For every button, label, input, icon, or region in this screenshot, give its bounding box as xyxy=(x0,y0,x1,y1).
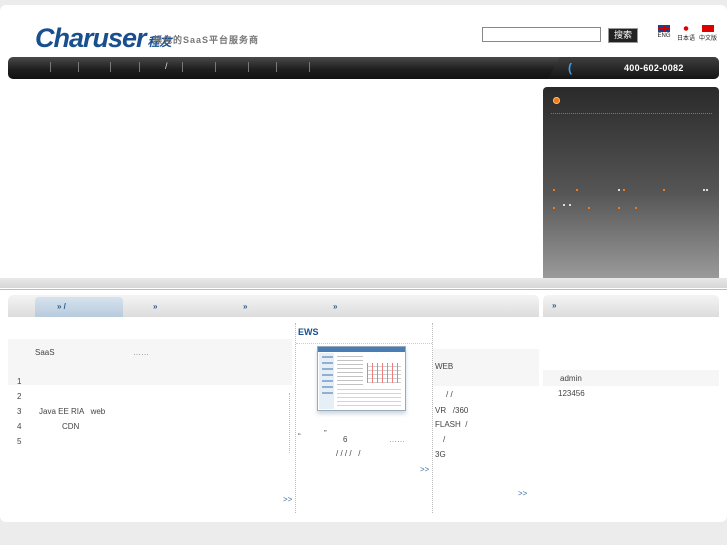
demo-password: 123456 xyxy=(558,389,585,398)
nav-item[interactable] xyxy=(182,62,183,72)
column-divider xyxy=(289,393,290,453)
search-button[interactable]: 搜索 xyxy=(608,28,638,43)
slash-label: / xyxy=(443,435,446,444)
3g-label: 3G xyxy=(435,450,446,459)
news-panel xyxy=(543,87,719,278)
phone-number: 400-602-0082 xyxy=(624,63,684,73)
ews-screenshot-image[interactable] xyxy=(317,346,406,411)
list-item-text: Java EE RIA web xyxy=(39,407,106,416)
news-bullet-icon xyxy=(553,97,560,104)
lang-english-label: ENG xyxy=(657,33,671,39)
japan-flag-icon xyxy=(680,25,692,32)
tab-products[interactable]: » / xyxy=(35,297,123,317)
lang-chinese[interactable]: 中文版 xyxy=(698,25,718,42)
nav-item[interactable] xyxy=(215,62,216,72)
divider-line xyxy=(0,288,727,290)
login-tab[interactable]: » xyxy=(552,301,556,310)
nav-item[interactable] xyxy=(78,62,79,72)
web-label: WEB xyxy=(435,362,454,371)
tab-4[interactable]: » xyxy=(333,297,337,317)
list-item-text: CDN xyxy=(62,422,80,431)
nav-item[interactable] xyxy=(139,62,140,72)
china-flag-icon xyxy=(702,25,714,32)
news-divider xyxy=(551,113,712,114)
saas-label: SaaS xyxy=(35,348,55,357)
tab-3[interactable]: » xyxy=(243,297,247,317)
list-item-number: 3 xyxy=(17,407,22,416)
nav-item[interactable] xyxy=(248,62,249,72)
list-item-number: 1 xyxy=(17,377,22,386)
logo-wordmark: Charuser xyxy=(35,23,147,53)
phone-icon: ( xyxy=(568,61,572,75)
flash-label: FLASH / xyxy=(435,420,468,429)
ews-divider xyxy=(296,343,432,344)
demo-username: admin xyxy=(560,374,582,383)
web-slashes: / / xyxy=(446,390,453,399)
lang-japanese-label: 日本语 xyxy=(676,36,695,42)
nav-item-slash[interactable]: / xyxy=(165,61,168,71)
nav-item[interactable] xyxy=(110,62,111,72)
saas-ellipsis: …… xyxy=(133,348,149,357)
nav-item[interactable] xyxy=(309,62,310,72)
search-input[interactable] xyxy=(482,27,601,42)
ews-more-link[interactable]: >> xyxy=(420,465,429,474)
tagline: 领先的SaaS平台服务商 xyxy=(153,35,260,45)
caption-number: 6 xyxy=(343,435,348,444)
nav-item[interactable] xyxy=(276,62,277,72)
lang-japanese[interactable]: 日本语 xyxy=(676,25,696,42)
list-item-number: 4 xyxy=(17,422,22,431)
nav-item[interactable] xyxy=(50,62,51,72)
lang-chinese-label: 中文版 xyxy=(698,36,717,42)
logo[interactable]: Charuser 程友 xyxy=(35,22,172,52)
caption-ellipsis: …… xyxy=(389,435,405,444)
intro-stripe xyxy=(8,339,292,385)
ews-title[interactable]: EWS xyxy=(298,327,319,337)
page-frame: Charuser 程友 领先的SaaS平台服务商 搜索 ENG 日本语 中文版 … xyxy=(0,5,727,522)
list-item-number: 5 xyxy=(17,437,22,446)
login-tab-bar: » xyxy=(543,295,719,317)
list-item-number: 2 xyxy=(17,392,22,401)
tab-2[interactable]: » xyxy=(153,297,157,317)
more-link[interactable]: >> xyxy=(283,495,292,504)
uk-flag-icon xyxy=(658,25,670,32)
lang-english[interactable]: ENG xyxy=(654,25,674,39)
caption-quote-close: ” xyxy=(324,429,327,438)
web-more-link[interactable]: >> xyxy=(518,489,527,498)
caption-slashes: / / / / / xyxy=(336,449,361,458)
vr-label: VR /360 xyxy=(435,406,469,415)
column-divider xyxy=(295,323,296,513)
caption-quote-open: “ xyxy=(298,432,301,441)
